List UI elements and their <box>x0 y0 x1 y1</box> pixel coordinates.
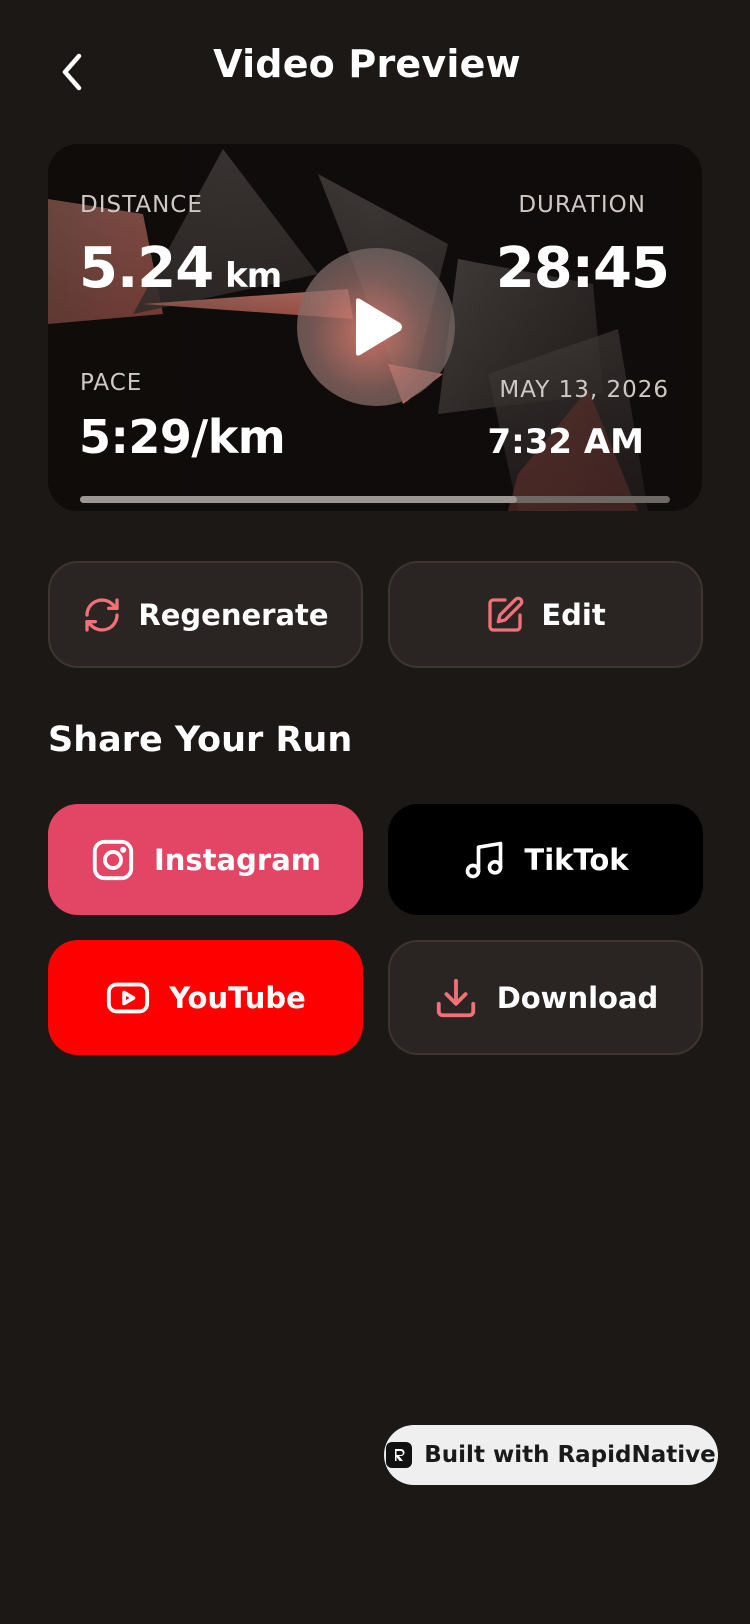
play-icon <box>356 298 402 356</box>
download-icon <box>436 978 475 1017</box>
instagram-share-button[interactable]: Instagram <box>48 804 363 915</box>
video-preview-screen: Video Preview DISTANCE 5.24 km DURATION … <box>0 0 750 1624</box>
time-value: 7:32 AM <box>487 422 644 462</box>
built-with-badge[interactable]: Built with RapidNative <box>384 1425 718 1485</box>
distance-value: 5.24 km <box>79 236 282 301</box>
refresh-icon <box>85 597 120 632</box>
youtube-share-button[interactable]: YouTube <box>48 940 363 1055</box>
video-progress-fill <box>80 496 517 503</box>
distance-label: DISTANCE <box>80 192 203 218</box>
youtube-icon <box>107 982 150 1013</box>
share-section-title: Share Your Run <box>48 720 353 760</box>
date-label: MAY 13, 2026 <box>499 377 669 403</box>
header: Video Preview <box>0 0 750 145</box>
rapidnative-logo-icon <box>386 1442 413 1468</box>
download-label: Download <box>496 980 659 1015</box>
pace-value: 5:29/km <box>79 410 286 464</box>
play-button[interactable] <box>297 248 455 406</box>
youtube-label: YouTube <box>169 980 306 1015</box>
edit-button[interactable]: Edit <box>388 561 703 668</box>
instagram-label: Instagram <box>154 842 321 877</box>
distance-number: 5.24 <box>79 236 214 301</box>
tiktok-share-button[interactable]: TikTok <box>388 804 703 915</box>
duration-label: DURATION <box>518 192 646 218</box>
edit-icon <box>488 596 524 632</box>
page-title: Video Preview <box>213 42 521 86</box>
instagram-icon <box>92 839 134 880</box>
distance-unit: km <box>225 256 282 296</box>
regenerate-label: Regenerate <box>138 597 329 632</box>
duration-value: 28:45 <box>495 236 670 301</box>
music-note-icon <box>466 841 503 878</box>
built-with-label: Built with RapidNative <box>424 1442 716 1468</box>
tiktok-label: TikTok <box>524 842 629 877</box>
regenerate-button[interactable]: Regenerate <box>48 561 363 668</box>
video-progress-bar[interactable] <box>80 496 670 503</box>
edit-label: Edit <box>541 597 606 632</box>
download-button[interactable]: Download <box>388 940 703 1055</box>
video-preview-card[interactable]: DISTANCE 5.24 km DURATION 28:45 PACE 5:29… <box>48 144 702 511</box>
pace-label: PACE <box>80 370 143 396</box>
